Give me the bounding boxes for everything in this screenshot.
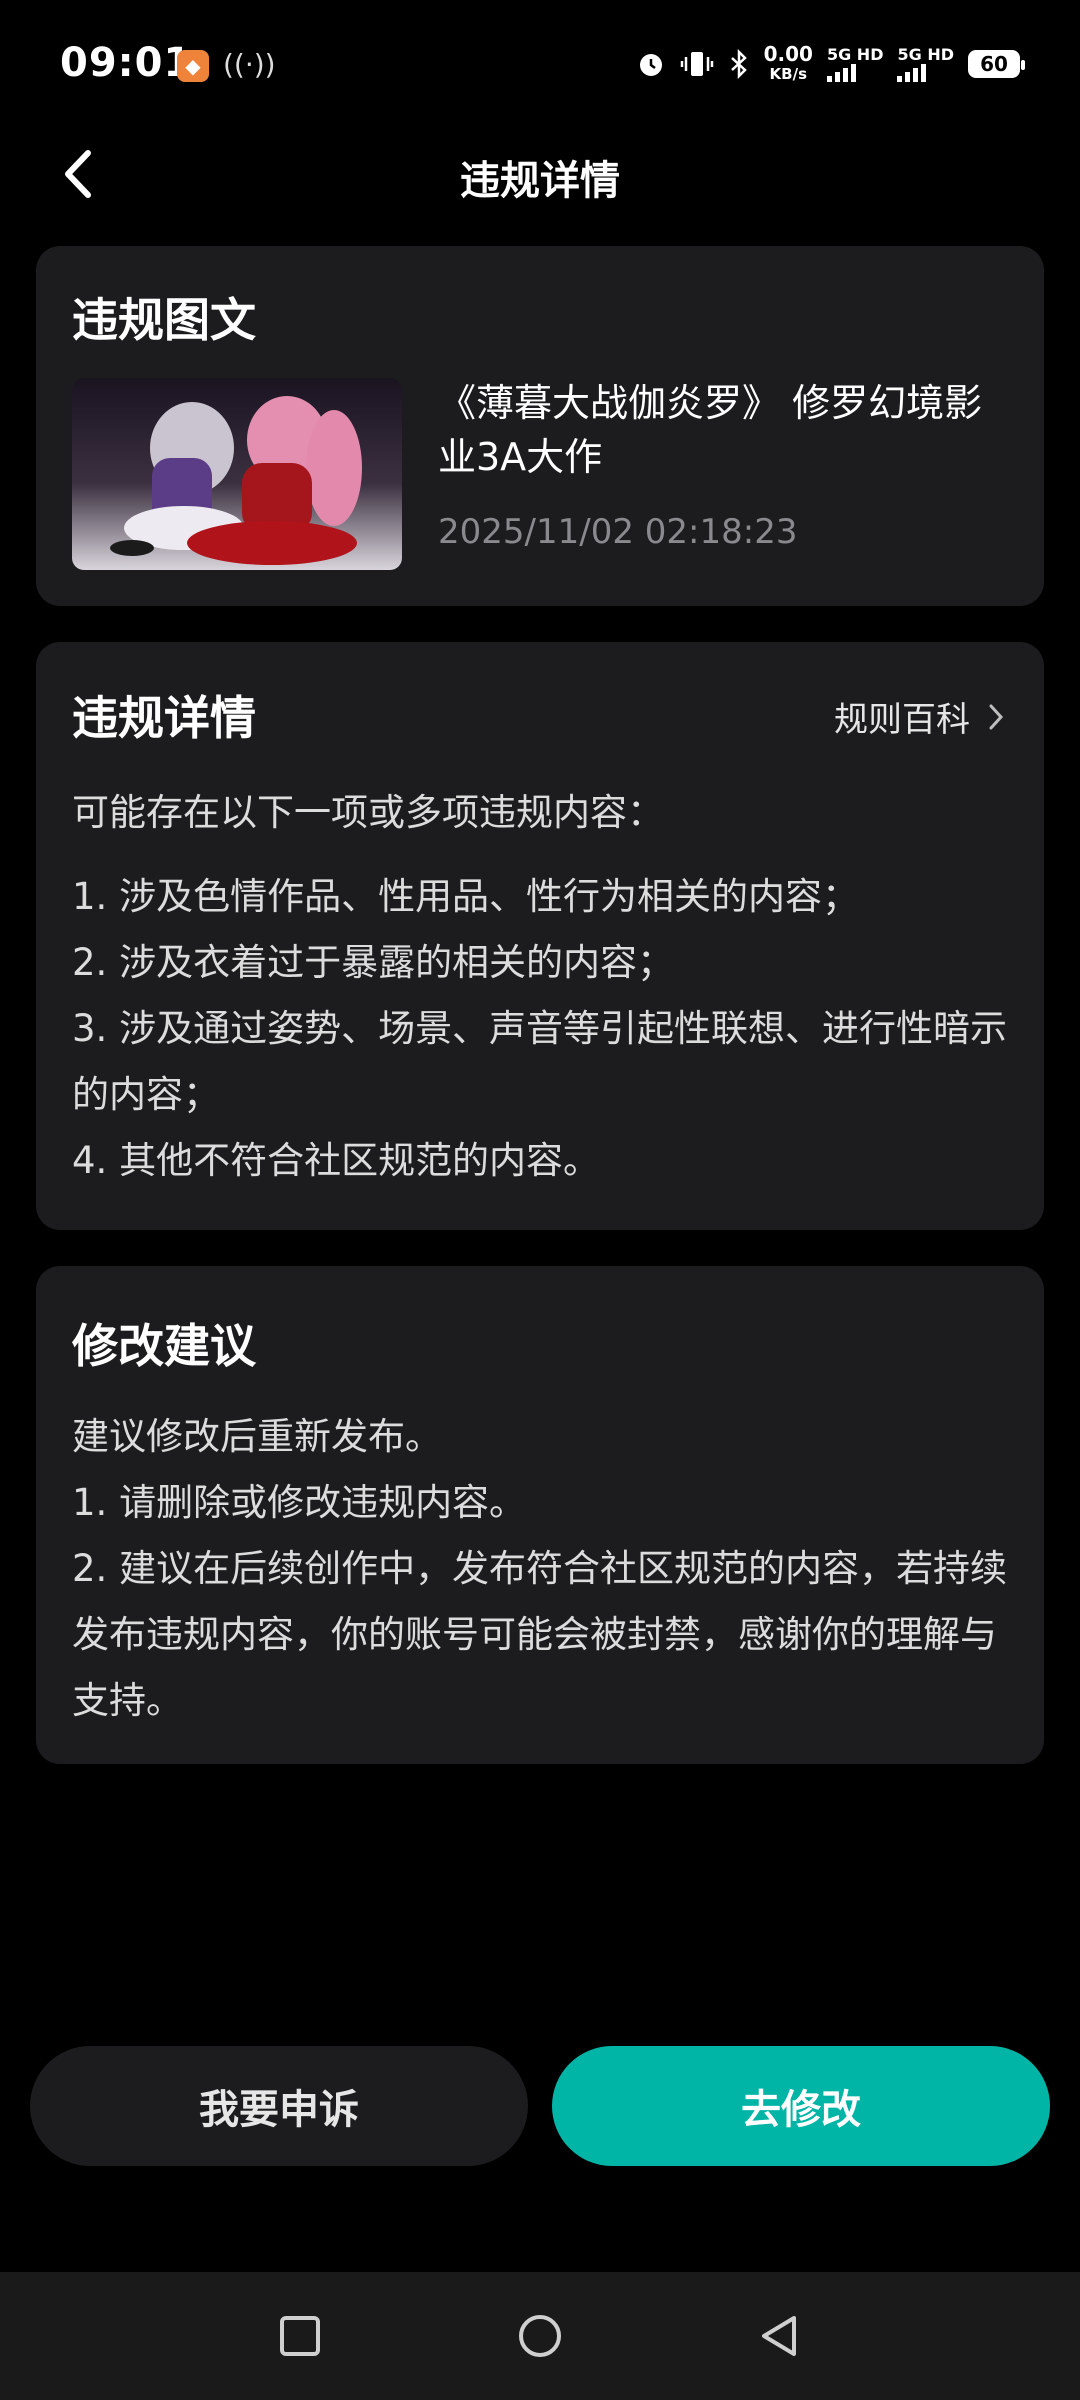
advice-card-title: 修改建议 bbox=[72, 1319, 256, 1373]
recent-apps-icon[interactable] bbox=[276, 2312, 324, 2360]
post-thumbnail[interactable] bbox=[72, 378, 402, 570]
system-nav-bar bbox=[0, 2272, 1080, 2400]
status-right-group: 0.00 KB/s 5G HD 5G HD 60 bbox=[636, 44, 1025, 84]
speed-value: 0.00 bbox=[763, 42, 813, 66]
post-title[interactable]: 《薄暮大战伽炎罗》 修罗幻境影业3A大作 bbox=[438, 376, 1018, 484]
sim1-bars-icon bbox=[826, 64, 884, 82]
post-card-title: 违规图文 bbox=[72, 293, 256, 347]
sim1-signal: 5G HD bbox=[826, 45, 884, 82]
post-timestamp: 2025/11/02 02:18:23 bbox=[438, 512, 798, 552]
alarm-icon bbox=[639, 54, 662, 76]
hotspot-icon: ((·)) bbox=[223, 48, 276, 81]
bluetooth-icon bbox=[730, 49, 747, 79]
sim2-bars-icon bbox=[897, 64, 954, 82]
rules-encyclopedia-link[interactable]: 规则百科 bbox=[834, 692, 1004, 741]
page-title: 违规详情 bbox=[460, 158, 620, 204]
network-speed: 0.00 KB/s bbox=[764, 44, 813, 84]
modification-advice-card: 修改建议 建议修改后重新发布。 1. 请删除或修改违规内容。 2. 建议在后续创… bbox=[36, 1266, 1044, 1764]
advice-list: 建议修改后重新发布。 1. 请删除或修改违规内容。 2. 建议在后续创作中，发布… bbox=[72, 1404, 1012, 1734]
details-card-title: 违规详情 bbox=[72, 691, 256, 745]
list-item: 2. 涉及衣着过于暴露的相关的内容； bbox=[72, 941, 675, 984]
battery-icon: 60 bbox=[968, 50, 1025, 78]
top-nav: 违规详情 bbox=[0, 130, 1080, 220]
appeal-button[interactable]: 我要申诉 bbox=[30, 2046, 528, 2166]
list-item: 1. 涉及色情作品、性用品、性行为相关的内容； bbox=[72, 875, 860, 918]
details-intro: 可能存在以下一项或多项违规内容： bbox=[72, 791, 664, 834]
chevron-right-icon bbox=[989, 704, 1004, 729]
list-item: 2. 建议在后续创作中，发布符合社区规范的内容，若持续发布违规内容，你的账号可能… bbox=[72, 1547, 1008, 1722]
violation-details-card: 违规详情 规则百科 可能存在以下一项或多项违规内容： 1. 涉及色情作品、性用品… bbox=[36, 642, 1044, 1230]
violating-post-card: 违规图文 《薄暮大战伽炎罗》 修罗幻境影业3A大作 2025/11/02 02:… bbox=[36, 246, 1044, 606]
home-icon[interactable] bbox=[516, 2312, 564, 2360]
sim2-signal: 5G HD bbox=[897, 46, 954, 82]
sim1-label: 5G HD bbox=[826, 45, 884, 64]
rules-link-label: 规则百科 bbox=[834, 700, 970, 740]
speed-unit: KB/s bbox=[769, 65, 808, 83]
vibrate-icon bbox=[680, 52, 713, 76]
status-bar: 09:01 ◆ ((·)) 0.00 KB/s 5G HD 5G HD 60 bbox=[0, 0, 1080, 130]
list-item: 1. 请删除或修改违规内容。 bbox=[72, 1481, 527, 1524]
battery-level: 60 bbox=[980, 52, 1008, 76]
violation-rules-list: 1. 涉及色情作品、性用品、性行为相关的内容； 2. 涉及衣着过于暴露的相关的内… bbox=[72, 864, 1012, 1194]
app-notification-icon: ◆ bbox=[177, 50, 209, 82]
list-item: 建议修改后重新发布。 bbox=[72, 1415, 442, 1458]
post-thumbnail-image bbox=[72, 378, 402, 570]
status-time: 09:01 bbox=[60, 40, 193, 86]
modify-button[interactable]: 去修改 bbox=[552, 2046, 1050, 2166]
list-item: 4. 其他不符合社区规范的内容。 bbox=[72, 1139, 601, 1182]
list-item: 3. 涉及通过姿势、场景、声音等引起性联想、进行性暗示的内容； bbox=[72, 1007, 1008, 1116]
sim2-label: 5G HD bbox=[897, 45, 954, 64]
back-nav-icon[interactable] bbox=[756, 2312, 804, 2360]
